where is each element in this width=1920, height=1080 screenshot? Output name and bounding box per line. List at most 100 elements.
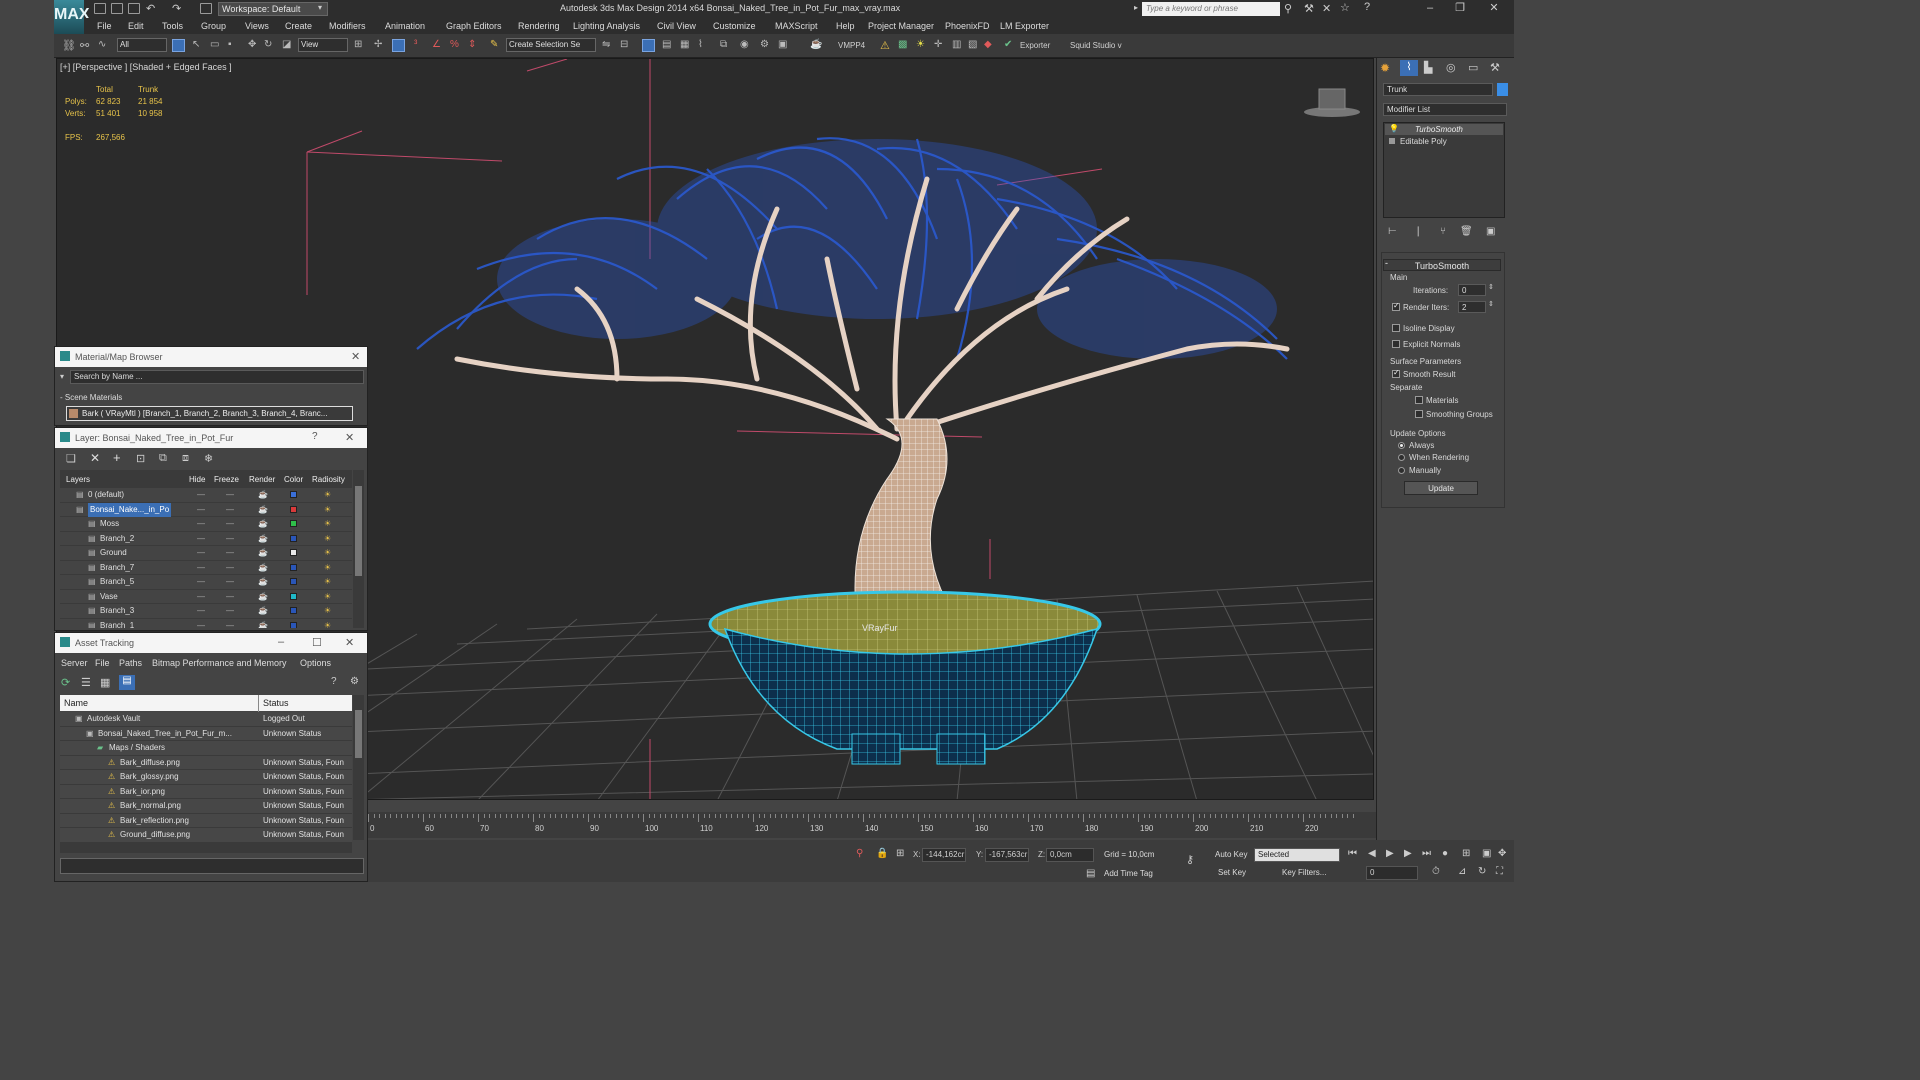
radiosity-icon[interactable]: ☀ xyxy=(324,488,331,502)
add-to-layer-icon[interactable]: + xyxy=(113,450,121,465)
viewport-icon[interactable]: ▥ xyxy=(952,39,965,52)
render-iters-spinner[interactable]: 2 xyxy=(1458,301,1486,313)
scene-materials-header[interactable]: - Scene Materials xyxy=(60,393,122,402)
hide-toggle-icon[interactable]: — xyxy=(197,546,205,560)
bulb-icon[interactable]: 💡 xyxy=(1389,124,1399,133)
layer-color-swatch[interactable] xyxy=(290,607,297,614)
spinner-arrows-icon[interactable]: ⇕ xyxy=(1488,300,1494,308)
save-icon[interactable] xyxy=(128,3,140,14)
batch-render-icon[interactable]: ▧ xyxy=(968,39,981,52)
next-frame-icon[interactable]: ▶ xyxy=(1404,848,1412,859)
turbosmooth-rollout-title[interactable]: TurboSmooth xyxy=(1383,259,1501,271)
transform-gizmo-icon[interactable]: ✛ xyxy=(934,39,947,52)
menu-modifiers[interactable]: Modifiers xyxy=(329,21,366,31)
asset-scrollbar-thumb[interactable] xyxy=(355,710,362,758)
asset-menu-paths[interactable]: Paths xyxy=(119,658,142,668)
layer-color-swatch[interactable] xyxy=(290,578,297,585)
maximize-viewport-icon[interactable]: ⛶ xyxy=(1496,866,1503,877)
radiosity-icon[interactable]: ☀ xyxy=(324,604,331,618)
make-unique-icon[interactable]: ⑂ xyxy=(1440,226,1446,237)
column-freeze[interactable]: Freeze xyxy=(214,475,239,484)
explicit-normals-checkbox[interactable] xyxy=(1392,340,1400,348)
object-color-swatch[interactable] xyxy=(1497,83,1508,96)
freeze-toggle-icon[interactable]: — xyxy=(226,517,234,531)
radiosity-icon[interactable]: ☀ xyxy=(324,590,331,604)
pan-icon[interactable]: ✥ xyxy=(1498,848,1506,859)
menu-edit[interactable]: Edit xyxy=(128,21,144,31)
always-radio[interactable] xyxy=(1398,442,1405,449)
layer-row[interactable]: Branch_3 ▤ — — ☕ ☀ xyxy=(60,604,352,619)
asset-row[interactable]: ⚠ Bark_diffuse.png Unknown Status, Foun xyxy=(60,755,352,770)
radiosity-icon[interactable]: ☀ xyxy=(324,575,331,589)
manually-radio[interactable] xyxy=(1398,467,1405,474)
render-toggle-icon[interactable]: ☕ xyxy=(258,532,268,546)
warning-icon[interactable]: ⚠ xyxy=(880,39,893,52)
align-icon[interactable]: ⊟ xyxy=(620,39,633,52)
isolate-icon[interactable]: ⚲ xyxy=(856,848,863,859)
play-icon[interactable]: ▶ xyxy=(1386,848,1394,859)
freeze-toggle-icon[interactable]: — xyxy=(226,532,234,546)
configure-sets-icon[interactable]: ▣ xyxy=(1486,226,1495,237)
menu-help[interactable]: Help xyxy=(836,21,855,31)
menu-graph-editors[interactable]: Graph Editors xyxy=(446,21,502,31)
select-by-name-icon[interactable]: ↖ xyxy=(192,39,205,52)
menu-customize[interactable]: Customize xyxy=(713,21,756,31)
auto-key-button[interactable]: Auto Key xyxy=(1215,850,1247,859)
menu-project-manager[interactable]: Project Manager xyxy=(868,21,934,31)
render-production-icon[interactable]: ☕ xyxy=(810,39,823,52)
layer-color-swatch[interactable] xyxy=(290,505,297,513)
create-tab-icon[interactable]: ✹ xyxy=(1380,61,1390,75)
angle-snap-icon[interactable]: ∠ xyxy=(432,39,445,52)
key-selection-dropdown[interactable]: Selected xyxy=(1254,848,1340,862)
hide-toggle-icon[interactable]: — xyxy=(197,604,205,618)
percent-snap-icon[interactable]: % xyxy=(450,39,463,52)
when-rendering-radio[interactable] xyxy=(1398,454,1405,461)
minimize-button[interactable]: – xyxy=(1416,1,1444,17)
freeze-toggle-icon[interactable]: — xyxy=(226,546,234,560)
asset-menu-bitmap[interactable]: Bitmap Performance and Memory xyxy=(152,658,287,668)
hierarchy-tab-icon[interactable]: ▙ xyxy=(1424,61,1432,74)
layer-color-swatch[interactable] xyxy=(290,520,297,527)
squid-studio-label[interactable]: Squid Studio v xyxy=(1070,41,1122,50)
render-toggle-icon[interactable]: ☕ xyxy=(258,561,268,575)
select-object-icon[interactable] xyxy=(172,39,185,52)
unlink-icon[interactable]: ⚯ xyxy=(80,39,93,52)
material-editor-icon[interactable]: ◉ xyxy=(740,39,753,52)
refresh-icon[interactable]: ⟳ xyxy=(61,676,70,689)
spinner-snap-icon[interactable]: ⇕ xyxy=(468,39,481,52)
material-browser-title[interactable]: Material/Map Browser xyxy=(55,347,367,367)
column-render[interactable]: Render xyxy=(249,475,275,484)
mirror-icon[interactable]: ⇋ xyxy=(602,39,615,52)
x-coordinate-field[interactable]: -144,162cr xyxy=(922,848,966,862)
set-key-mode-icon[interactable]: ⚷ xyxy=(1186,853,1194,866)
menu-file[interactable]: File xyxy=(97,21,112,31)
orbit-icon[interactable]: ↻ xyxy=(1478,866,1486,877)
help-icon[interactable]: ? xyxy=(331,676,337,687)
iterations-spinner[interactable]: 0 xyxy=(1458,284,1486,296)
layer-color-swatch[interactable] xyxy=(290,549,297,556)
image-icon[interactable]: ▩ xyxy=(898,39,911,52)
layer-row[interactable]: Branch_7 ▤ — — ☕ ☀ xyxy=(60,561,352,575)
current-frame-field[interactable]: 0 xyxy=(1366,866,1418,880)
menu-phoenixfd[interactable]: PhoenixFD xyxy=(945,21,990,31)
asset-menu-file[interactable]: File xyxy=(95,658,110,668)
freeze-unfreeze-all-icon[interactable]: ❄ xyxy=(204,452,213,465)
close-icon[interactable]: ✕ xyxy=(351,350,360,363)
curve-editor-icon[interactable]: ⌇ xyxy=(698,39,711,52)
layer-row[interactable]: Vase ▤ — — ☕ ☀ xyxy=(60,590,352,604)
schematic-view-icon[interactable]: ⧉ xyxy=(720,39,733,52)
exporter-label[interactable]: Exporter xyxy=(1020,41,1050,50)
asset-row[interactable]: ⚠ Bark_normal.png Unknown Status, Foun xyxy=(60,799,352,814)
close-button[interactable]: ✕ xyxy=(1480,1,1508,17)
asset-menu-server[interactable]: Server xyxy=(61,658,88,668)
hide-toggle-icon[interactable]: — xyxy=(197,488,205,502)
hide-toggle-icon[interactable]: — xyxy=(197,517,205,531)
freeze-toggle-icon[interactable]: — xyxy=(226,488,234,502)
asset-row[interactable]: ⚠ Bark_ior.png Unknown Status, Foun xyxy=(60,784,352,799)
project-folder-icon[interactable] xyxy=(200,3,212,14)
record-icon[interactable]: ◆ xyxy=(984,39,997,52)
ribbon-toggle-icon[interactable]: ▦ xyxy=(680,39,693,52)
layer-scrollbar-thumb[interactable] xyxy=(355,486,362,576)
render-toggle-icon[interactable]: ☕ xyxy=(258,546,268,560)
minimize-icon[interactable]: – xyxy=(278,636,284,648)
